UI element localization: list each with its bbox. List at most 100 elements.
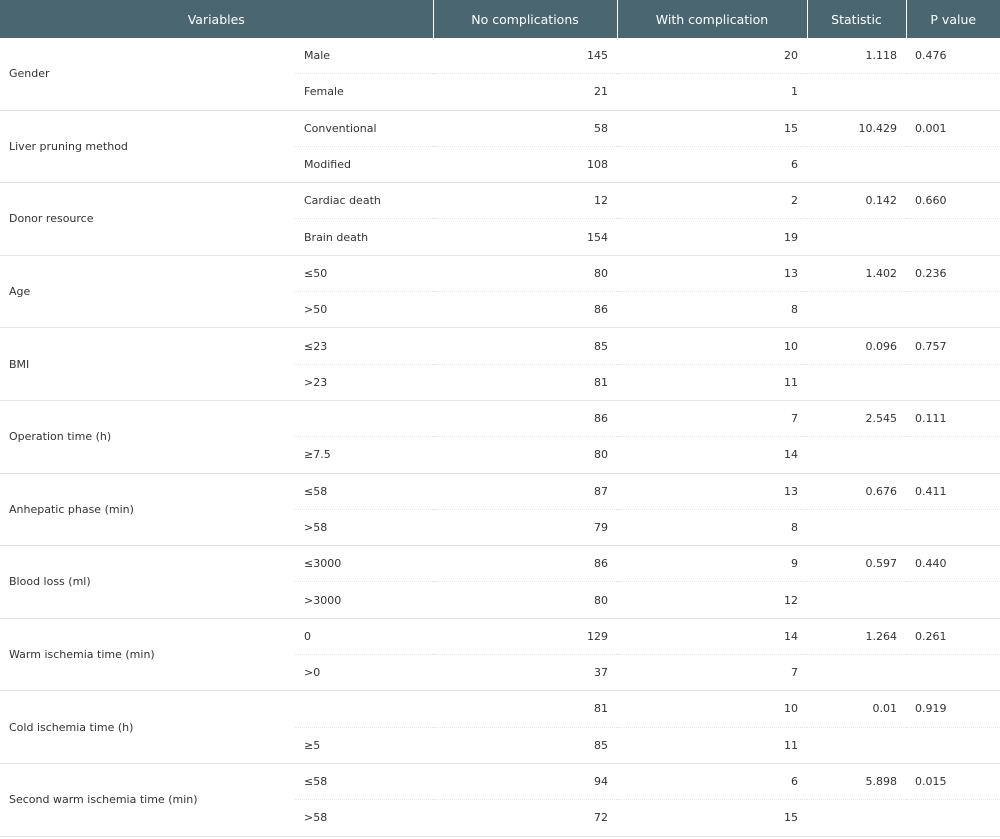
category-cell: >23 — [295, 364, 433, 401]
category-cell: >58 — [295, 799, 433, 837]
table-row: Liver pruning method Conventional 58 15 10.4… — [0, 110, 1000, 184]
category-cell — [295, 400, 433, 438]
with-complication-cell: 9 — [617, 545, 807, 583]
no-complications-cell: 80 — [433, 581, 617, 619]
with-complication-cell: 14 — [617, 618, 807, 656]
p-value-cell — [906, 727, 1000, 764]
complications-table: Variables No complications With complica… — [0, 0, 1000, 837]
category-cell: ≥7.5 — [295, 436, 433, 474]
no-complications-cell: 81 — [433, 690, 617, 728]
category-cell: >58 — [295, 509, 433, 547]
with-complication-cell: 11 — [617, 364, 807, 401]
no-complications-cell: 86 — [433, 545, 617, 583]
header-with-complication: With complication — [617, 0, 808, 38]
p-value-cell: 0.261 — [906, 618, 1000, 656]
with-complication-cell: 2 — [617, 182, 807, 220]
variable-name-cell: Donor resource — [0, 182, 295, 256]
category-cell: ≤58 — [295, 763, 433, 801]
variable-name-cell: Gender — [0, 38, 295, 111]
category-cell: ≥5 — [295, 727, 433, 764]
variable-name-cell: Anhepatic phase (min) — [0, 473, 295, 547]
variable-name-cell: Cold ischemia time (h) — [0, 690, 295, 764]
no-complications-cell: 21 — [433, 73, 617, 111]
category-cell: Brain death — [295, 218, 433, 256]
table-row: Warm ischemia time (min) 0 129 14 1.264 0.261 — [0, 618, 1000, 692]
with-complication-cell: 6 — [617, 146, 807, 184]
table-row: Operation time (h) 86 7 2.545 0.111 — [0, 400, 1000, 474]
with-complication-cell: 12 — [617, 581, 807, 619]
statistic-cell: 0.676 — [807, 473, 906, 510]
statistic-cell: 5.898 — [807, 763, 906, 801]
with-complication-cell: 1 — [617, 73, 807, 111]
table-row: BMI ≤23 85 10 0.096 0.757 — [0, 327, 1000, 401]
category-cell: Female — [295, 73, 433, 111]
p-value-cell — [906, 146, 1000, 184]
no-complications-cell: 12 — [433, 182, 617, 220]
table-row: Donor resource Cardiac death 12 2 0.142 0.660 — [0, 182, 1000, 256]
with-complication-cell: 8 — [617, 291, 807, 329]
p-value-cell: 0.919 — [906, 690, 1000, 728]
table-row: Second warm ischemia time (min) ≤58 94 6 5.8… — [0, 763, 1000, 837]
p-value-cell: 0.476 — [906, 38, 1000, 75]
category-cell: Cardiac death — [295, 182, 433, 220]
no-complications-cell: 108 — [433, 146, 617, 184]
no-complications-cell: 80 — [433, 436, 617, 474]
statistic-cell: 1.118 — [807, 38, 906, 75]
no-complications-cell: 86 — [433, 291, 617, 329]
table-row: Gender Male 145 20 1.118 0.476 — [0, 38, 1000, 111]
with-complication-cell: 13 — [617, 473, 807, 510]
variable-name-cell: Operation time (h) — [0, 400, 295, 474]
variable-name-cell: Warm ischemia time (min) — [0, 618, 295, 692]
statistic-cell: 0.01 — [807, 690, 906, 728]
p-value-cell: 0.015 — [906, 763, 1000, 801]
category-cell: Conventional — [295, 110, 433, 147]
category-cell: >50 — [295, 291, 433, 329]
statistic-cell — [807, 73, 906, 111]
p-value-cell — [906, 364, 1000, 401]
p-value-cell: 0.411 — [906, 473, 1000, 510]
with-complication-cell: 11 — [617, 727, 807, 764]
table-row: Blood loss (ml) ≤3000 86 9 0.597 0.440 — [0, 545, 1000, 619]
statistic-cell — [807, 218, 906, 256]
table-row: Age ≤50 80 13 1.402 0.236 — [0, 255, 1000, 329]
no-complications-cell: 85 — [433, 327, 617, 365]
no-complications-cell: 79 — [433, 509, 617, 547]
statistic-cell — [807, 146, 906, 184]
with-complication-cell: 6 — [617, 763, 807, 801]
statistic-cell: 10.429 — [807, 110, 906, 147]
header-no-complications: No complications — [433, 0, 618, 38]
p-value-cell — [906, 654, 1000, 692]
p-value-cell — [906, 73, 1000, 111]
p-value-cell: 0.440 — [906, 545, 1000, 583]
header-variables: Variables — [0, 0, 434, 38]
statistic-cell — [807, 364, 906, 401]
with-complication-cell: 15 — [617, 110, 807, 147]
statistic-cell — [807, 727, 906, 764]
statistic-cell: 2.545 — [807, 400, 906, 438]
p-value-cell — [906, 436, 1000, 474]
category-cell — [295, 690, 433, 728]
statistic-cell — [807, 654, 906, 692]
table-body: Gender Male 145 20 1.118 0.476 Female 21 1 Liver … — [0, 38, 1000, 837]
statistic-cell: 0.142 — [807, 182, 906, 220]
no-complications-cell: 37 — [433, 654, 617, 692]
no-complications-cell: 72 — [433, 799, 617, 837]
category-cell: >0 — [295, 654, 433, 692]
statistic-cell — [807, 799, 906, 837]
no-complications-cell: 94 — [433, 763, 617, 801]
header-row: Variables No complications With complica… — [0, 0, 1000, 38]
p-value-cell: 0.757 — [906, 327, 1000, 365]
p-value-cell — [906, 799, 1000, 837]
with-complication-cell: 10 — [617, 327, 807, 365]
table-row: Cold ischemia time (h) 81 10 0.01 0.919 — [0, 690, 1000, 764]
no-complications-cell: 80 — [433, 255, 617, 293]
p-value-cell — [906, 509, 1000, 547]
p-value-cell: 0.001 — [906, 110, 1000, 147]
no-complications-cell: 154 — [433, 218, 617, 256]
statistic-cell: 0.096 — [807, 327, 906, 365]
p-value-cell — [906, 218, 1000, 256]
with-complication-cell: 20 — [617, 38, 807, 75]
with-complication-cell: 15 — [617, 799, 807, 837]
no-complications-cell: 145 — [433, 38, 617, 75]
variable-name-cell: Blood loss (ml) — [0, 545, 295, 619]
